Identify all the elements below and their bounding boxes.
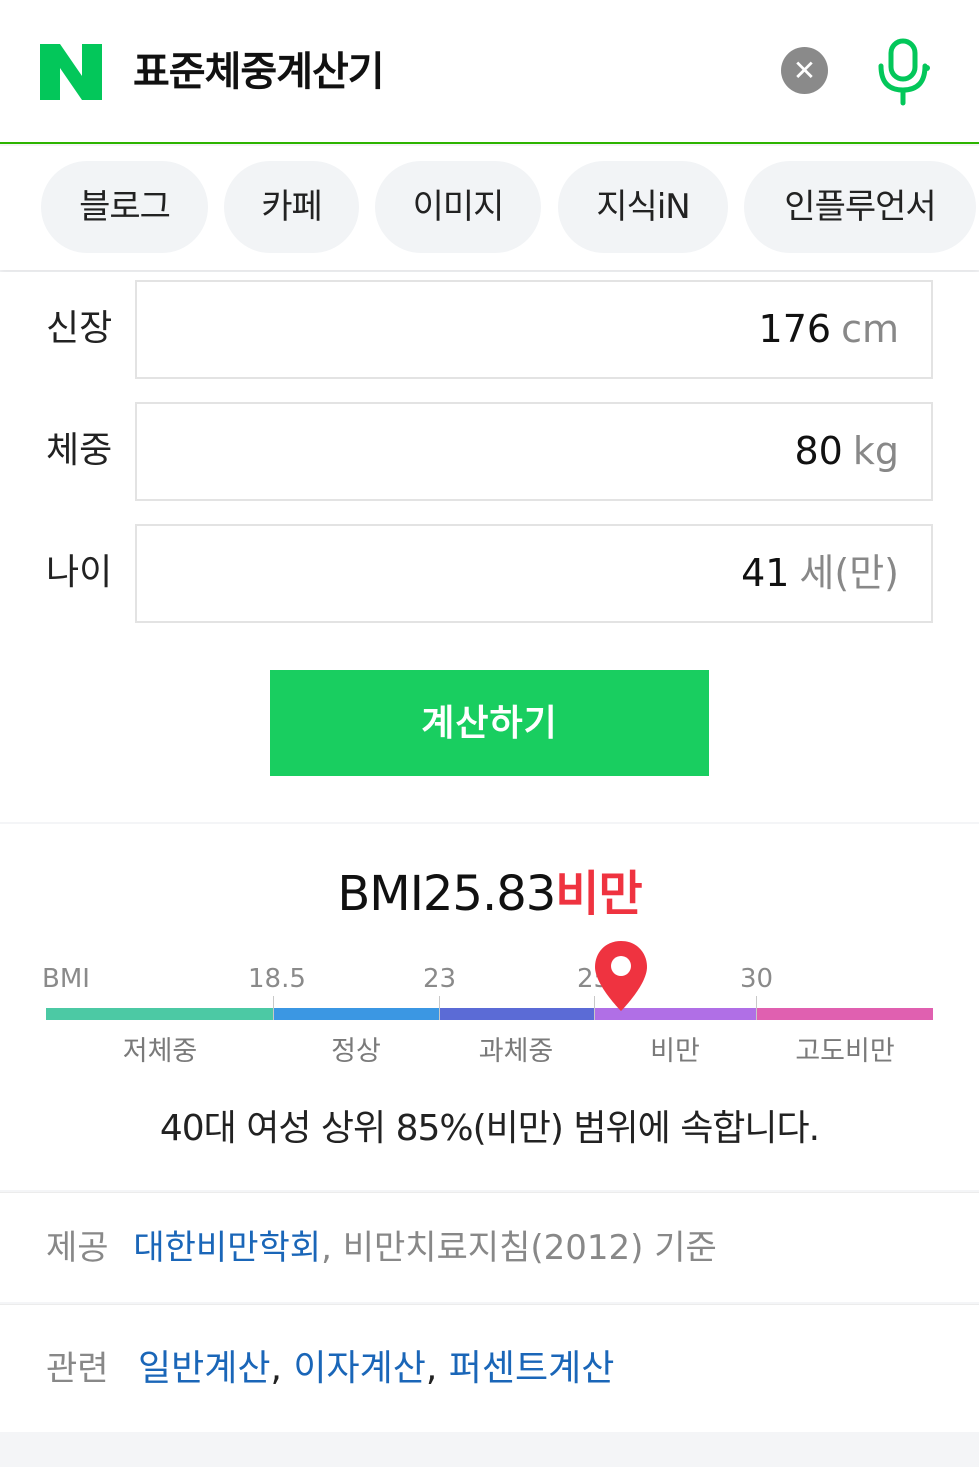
category-normal: 정상: [331, 1036, 381, 1067]
scale-tick-18-5: 18.5: [248, 964, 306, 994]
search-header: 표준체중계산기 ✕: [0, 0, 979, 144]
age-field[interactable]: 41 세(만): [135, 524, 933, 623]
tab-influencer[interactable]: 인플루언서: [744, 161, 976, 253]
height-field[interactable]: 176 cm: [135, 280, 933, 379]
bmi-value: 25.83: [422, 866, 556, 922]
tab-cafe[interactable]: 카페: [224, 161, 359, 253]
category-underweight: 저체중: [122, 1036, 198, 1067]
related-links: 관련 일반계산, 이자계산, 퍼센트계산: [0, 1304, 979, 1432]
related-label: 관련: [46, 1349, 109, 1389]
tab-image[interactable]: 이미지: [375, 161, 541, 253]
category-obese: 비만: [650, 1036, 700, 1067]
scale-segment-severe-obese: [756, 1008, 933, 1020]
age-unit: 세(만): [799, 551, 899, 595]
bmi-result-title: BMI25.83비만: [0, 862, 979, 926]
naver-logo[interactable]: [38, 42, 104, 102]
bmi-status: 비만: [555, 866, 642, 922]
tab-knowledge-in[interactable]: 지식iN: [558, 161, 728, 253]
scale-segment-normal: [273, 1008, 439, 1020]
category-overweight: 과체중: [478, 1036, 554, 1067]
related-link-percent[interactable]: 퍼센트계산: [449, 1348, 615, 1389]
bmi-calculator: 신장 176 cm 체중 80 kg 나이 41 세(만) 계산하기: [0, 272, 979, 822]
age-value: 41: [741, 551, 790, 595]
category-severe-obese: 고도비만: [795, 1036, 895, 1067]
related-link-general[interactable]: 일반계산: [138, 1348, 270, 1389]
scale-axis-label: BMI: [42, 964, 90, 994]
related-link-interest[interactable]: 이자계산: [293, 1348, 425, 1389]
weight-unit: kg: [852, 429, 899, 473]
provider-source-link[interactable]: 대한비만학회: [133, 1228, 321, 1268]
weight-field[interactable]: 80 kg: [135, 402, 933, 501]
scale-segment-underweight: [46, 1008, 273, 1020]
microphone-icon[interactable]: [874, 38, 932, 106]
scale-tick-30: 30: [740, 964, 774, 994]
scale-tick-mark: [439, 996, 440, 1020]
age-label: 나이: [46, 552, 113, 593]
close-icon: ✕: [792, 54, 817, 87]
map-pin-icon: [595, 941, 647, 1011]
result-description: 40대 여성 상위 85%(비만) 범위에 속합니다.: [159, 1108, 820, 1149]
provider-basis: 비만치료지침(2012) 기준: [342, 1228, 717, 1268]
search-tabs: 블로그 카페 이미지 지식iN 인플루언서: [0, 146, 979, 270]
search-query-input[interactable]: 표준체중계산기: [133, 42, 385, 102]
provider-label: 제공: [46, 1228, 109, 1268]
provider-info: 제공 대한비만학회, 비만치료지침(2012) 기준: [0, 1192, 979, 1302]
scale-tick-mark: [273, 996, 274, 1020]
height-value: 176: [758, 307, 832, 351]
clear-search-button[interactable]: ✕: [781, 47, 828, 94]
bmi-result: BMI25.83비만 BMI 18.5 23 25 30 저체중 정상 과체중 …: [0, 824, 979, 1190]
provider-comma: ,: [321, 1228, 332, 1268]
weight-label: 체중: [46, 430, 113, 471]
scale-tick-mark: [756, 996, 757, 1020]
scale-tick-23: 23: [423, 964, 457, 994]
tab-blog[interactable]: 블로그: [41, 161, 208, 253]
height-label: 신장: [46, 308, 113, 349]
height-unit: cm: [841, 307, 899, 351]
bmi-label: BMI: [337, 866, 423, 922]
weight-value: 80: [794, 429, 843, 473]
calculate-button[interactable]: 계산하기: [270, 670, 709, 776]
scale-segment-overweight: [439, 1008, 594, 1020]
